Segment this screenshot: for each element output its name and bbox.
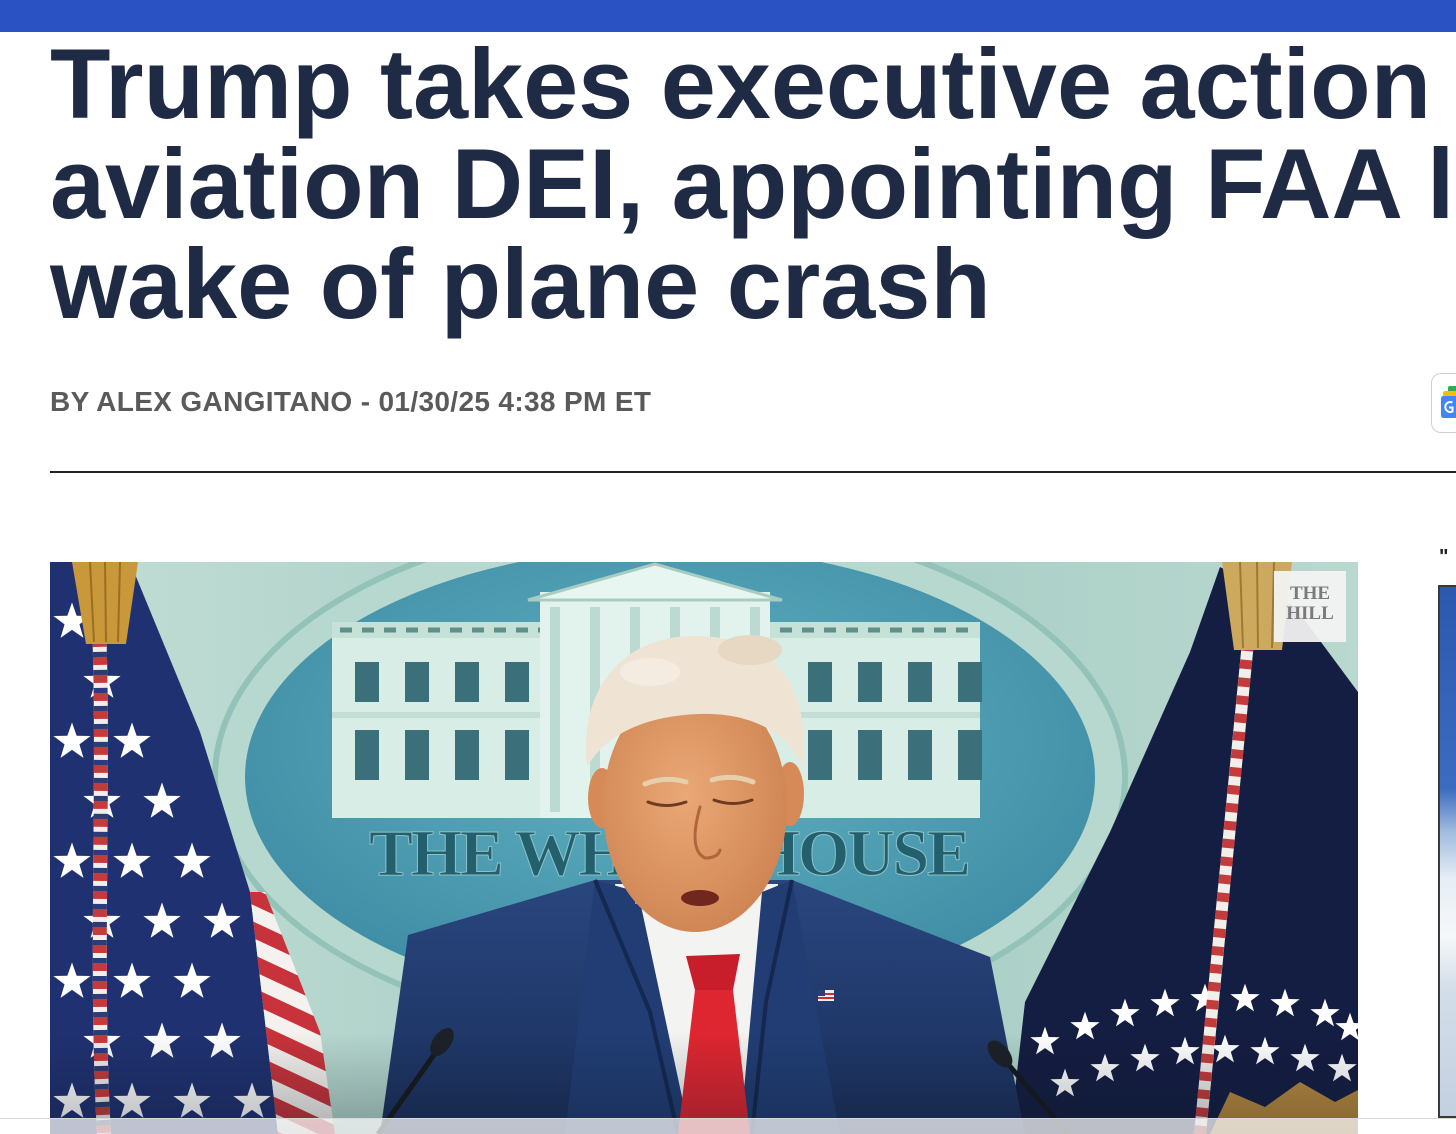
the-hill-logo-line-1: THE bbox=[1290, 583, 1330, 604]
google-news-icon bbox=[1441, 386, 1456, 418]
headline-line-3: wake of plane crash bbox=[50, 228, 991, 339]
sidebar-quote-mark: " bbox=[1439, 547, 1449, 567]
mouth bbox=[681, 890, 719, 906]
header-divider bbox=[50, 471, 1456, 473]
sidebar-media-thumbnail[interactable] bbox=[1438, 585, 1456, 1118]
page: Trump takes executive action aviation DE… bbox=[0, 0, 1456, 1134]
headline: Trump takes executive action aviation DE… bbox=[50, 34, 1456, 346]
tie-knot bbox=[686, 954, 740, 990]
byline: BY ALEX GANGITANO - 01/30/25 4:38 PM ET bbox=[50, 386, 652, 417]
the-hill-logo: THE HILL bbox=[1274, 571, 1346, 642]
hero-image: THE WHITE HOUSE bbox=[50, 562, 1358, 1134]
top-bar bbox=[0, 0, 1456, 32]
lapel-pin bbox=[818, 990, 834, 1001]
headline-line-1: Trump takes executive action bbox=[50, 34, 1432, 139]
google-news-button[interactable] bbox=[1431, 373, 1456, 433]
the-hill-logo-line-2: HILL bbox=[1286, 603, 1334, 624]
hero-video[interactable]: THE WHITE HOUSE bbox=[50, 562, 1358, 1134]
headline-line-2: aviation DEI, appointing FAA l bbox=[50, 128, 1455, 239]
bottom-overlay-bar bbox=[0, 1118, 1456, 1134]
